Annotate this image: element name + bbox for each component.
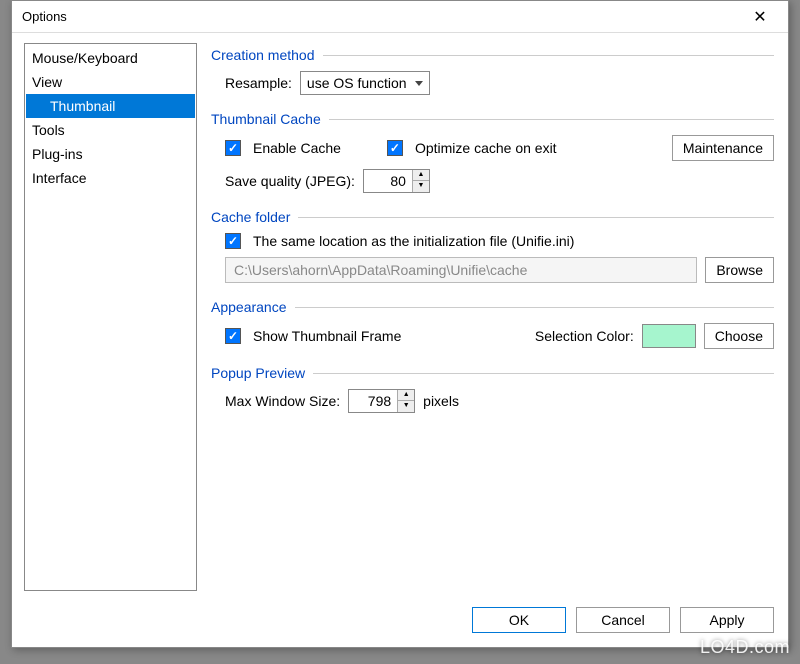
pixels-label: pixels (423, 393, 459, 409)
selection-color-swatch[interactable] (642, 324, 696, 348)
sidebar: Mouse/Keyboard View Thumbnail Tools Plug… (24, 43, 197, 591)
spinner-buttons[interactable]: ▲▼ (397, 390, 414, 412)
sidebar-item-tools[interactable]: Tools (26, 118, 195, 142)
show-frame-label: Show Thumbnail Frame (253, 328, 401, 344)
divider (295, 307, 774, 308)
max-window-size-input[interactable] (349, 390, 397, 412)
selection-color-label: Selection Color: (535, 328, 634, 344)
content-pane: Creation method Resample: use OS functio… (209, 43, 776, 591)
resample-select[interactable]: use OS function (300, 71, 430, 95)
group-title: Thumbnail Cache (211, 111, 321, 127)
same-location-checkbox[interactable] (225, 233, 241, 249)
max-window-size-spinner[interactable]: ▲▼ (348, 389, 415, 413)
optimize-cache-label: Optimize cache on exit (415, 140, 557, 156)
group-header: Thumbnail Cache (211, 111, 774, 127)
group-title: Cache folder (211, 209, 290, 225)
group-appearance: Appearance Show Thumbnail Frame Selectio… (211, 299, 774, 349)
options-dialog: Options ✕ Mouse/Keyboard View Thumbnail … (11, 0, 789, 648)
enable-cache-label: Enable Cache (253, 140, 341, 156)
sidebar-item-thumbnail[interactable]: Thumbnail (26, 94, 195, 118)
group-header: Cache folder (211, 209, 774, 225)
sidebar-item-mouse-keyboard[interactable]: Mouse/Keyboard (26, 46, 195, 70)
divider (313, 373, 774, 374)
save-quality-spinner[interactable]: ▲▼ (363, 169, 430, 193)
divider (298, 217, 774, 218)
group-header: Creation method (211, 47, 774, 63)
ok-button[interactable]: OK (472, 607, 566, 633)
group-title: Creation method (211, 47, 315, 63)
titlebar: Options ✕ (12, 1, 788, 33)
browse-button[interactable]: Browse (705, 257, 774, 283)
divider (329, 119, 774, 120)
window-title: Options (22, 9, 740, 24)
group-title: Appearance (211, 299, 287, 315)
max-window-size-label: Max Window Size: (225, 393, 340, 409)
group-thumbnail-cache: Thumbnail Cache Enable Cache Optimize ca… (211, 111, 774, 193)
group-title: Popup Preview (211, 365, 305, 381)
close-button[interactable]: ✕ (740, 2, 780, 32)
sidebar-item-view[interactable]: View (26, 70, 195, 94)
group-cache-folder: Cache folder The same location as the in… (211, 209, 774, 283)
spinner-buttons[interactable]: ▲▼ (412, 170, 429, 192)
resample-label: Resample: (225, 75, 292, 91)
cancel-button[interactable]: Cancel (576, 607, 670, 633)
divider (323, 55, 774, 56)
apply-button[interactable]: Apply (680, 607, 774, 633)
enable-cache-checkbox[interactable] (225, 140, 241, 156)
group-popup-preview: Popup Preview Max Window Size: ▲▼ pixels (211, 365, 774, 413)
optimize-cache-checkbox[interactable] (387, 140, 403, 156)
maintenance-button[interactable]: Maintenance (672, 135, 774, 161)
sidebar-item-interface[interactable]: Interface (26, 166, 195, 190)
save-quality-input[interactable] (364, 170, 412, 192)
choose-color-button[interactable]: Choose (704, 323, 774, 349)
group-header: Appearance (211, 299, 774, 315)
cache-path-field: C:\Users\ahorn\AppData\Roaming\Unifie\ca… (225, 257, 697, 283)
show-frame-checkbox[interactable] (225, 328, 241, 344)
same-location-label: The same location as the initialization … (253, 233, 574, 249)
sidebar-item-plugins[interactable]: Plug-ins (26, 142, 195, 166)
save-quality-label: Save quality (JPEG): (225, 173, 355, 189)
dialog-body: Mouse/Keyboard View Thumbnail Tools Plug… (12, 33, 788, 599)
group-creation-method: Creation method Resample: use OS functio… (211, 47, 774, 95)
dialog-footer: OK Cancel Apply (12, 599, 788, 647)
group-header: Popup Preview (211, 365, 774, 381)
